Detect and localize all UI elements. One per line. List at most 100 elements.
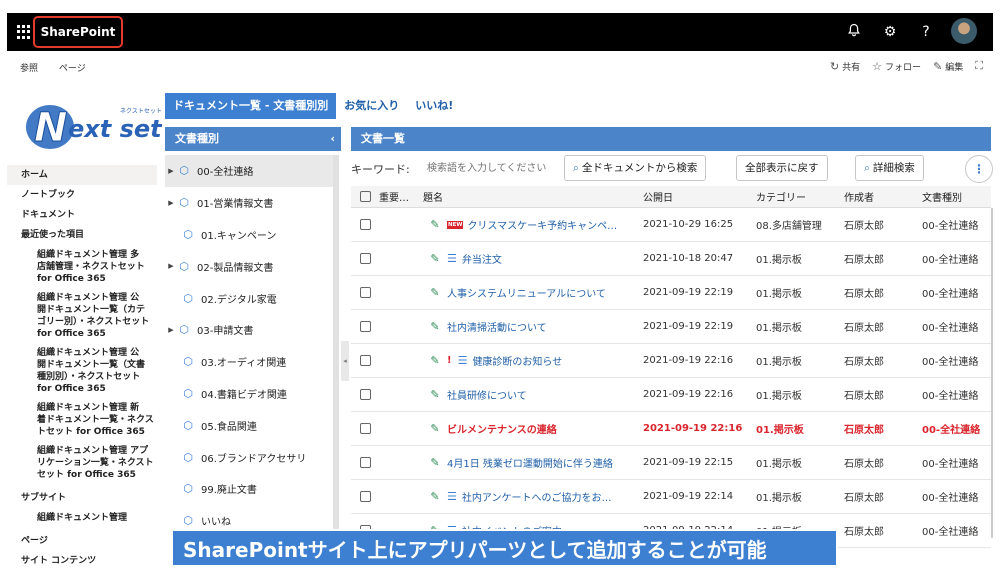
table-row[interactable]: ✎ ビルメンテナンスの連絡 2021-09-19 22:16 01.掲示板 石原太郎 00… xyxy=(351,412,991,446)
doctype-scrollbar[interactable] xyxy=(333,155,339,535)
doctype-item[interactable]: ▶ ⬡ 02-製品情報文書 xyxy=(165,250,335,282)
nav-recent-item[interactable]: 組織ドキュメント管理 公 開ドキュメント一覧（カテ ゴリー別）・ネクストセット … xyxy=(7,292,157,340)
expand-arrow-icon[interactable]: ▶ xyxy=(165,167,177,175)
nav-documents[interactable]: ドキュメント xyxy=(7,205,157,225)
bell-icon[interactable] xyxy=(845,23,863,41)
document-title-link[interactable]: 弁当注文 xyxy=(462,251,502,266)
row-checkbox[interactable] xyxy=(359,219,371,230)
gear-icon[interactable]: ⚙ xyxy=(881,23,899,41)
document-title-link[interactable]: 社内清掃活動について xyxy=(447,319,547,334)
edit-icon[interactable]: ✎ xyxy=(423,490,447,503)
row-checkbox[interactable] xyxy=(359,491,371,502)
column-title[interactable]: 題名 xyxy=(423,189,643,204)
edit-icon[interactable]: ✎ xyxy=(423,456,447,469)
document-title-link[interactable]: クリスマスケーキ予約キャンペ… xyxy=(467,217,617,232)
panel-splitter[interactable]: ◂ xyxy=(341,341,349,381)
date-cell: 2021-10-29 16:25 xyxy=(643,219,734,230)
document-title-link[interactable]: 社内アンケートへのご協力をお… xyxy=(462,489,612,504)
doctype-item[interactable]: ▶⬡03.オーディオ関連 xyxy=(165,346,335,378)
edit-icon[interactable]: ✎ xyxy=(423,286,447,299)
edit-icon[interactable]: ✎ xyxy=(423,422,447,435)
table-row[interactable]: ✎ 社員研修について 2021-09-19 22:16 01.掲示板 石原太郎 00-全社… xyxy=(351,378,991,412)
site-title[interactable]: SharePoint xyxy=(33,16,123,48)
show-all-button[interactable]: 全部表示に戻す xyxy=(736,155,828,181)
app-launcher-icon[interactable] xyxy=(17,25,31,39)
table-row[interactable]: ✎ ☰ 社内アンケートへのご協力をお… 2021-09-19 22:14 01.掲示板 石… xyxy=(351,480,991,514)
tab-likes[interactable]: いいね! xyxy=(407,93,461,119)
select-all-checkbox[interactable] xyxy=(359,191,371,202)
avatar[interactable] xyxy=(951,18,977,44)
nav-pages[interactable]: ページ xyxy=(7,531,157,551)
document-title-link[interactable]: 人事システムリニューアルについて xyxy=(447,285,606,300)
doctype-item[interactable]: ▶ ⬡ 00-全社連絡 xyxy=(165,155,335,187)
tab-favorites[interactable]: お気に入り xyxy=(336,93,407,119)
fullscreen-icon[interactable]: ⛶ xyxy=(975,59,983,73)
row-checkbox[interactable] xyxy=(359,321,371,332)
table-row[interactable]: ✎ ☰ 弁当注文 2021-10-18 20:47 01.掲示板 石原太郎 00-全社連絡 xyxy=(351,242,991,276)
nav-recent[interactable]: 最近使った項目 xyxy=(7,225,157,245)
nav-recent-item[interactable]: 組織ドキュメント管理 多 店舗管理・ネクストセット for Office 365 xyxy=(7,249,157,285)
row-checkbox[interactable] xyxy=(359,423,371,434)
nav-subsite-item[interactable]: 組織ドキュメント管理 xyxy=(7,512,157,524)
edit-icon[interactable]: ✎ xyxy=(423,218,447,231)
table-row[interactable]: ✎ 4月1日 残業ゼロ運動開始に伴う連絡 2021-09-19 22:15 01.掲示… xyxy=(351,446,991,480)
row-checkbox[interactable] xyxy=(359,287,371,298)
column-date[interactable]: 公開日 xyxy=(643,189,756,204)
nav-subsites[interactable]: サブサイト xyxy=(7,488,157,508)
doctype-cell: 00-全社連絡 xyxy=(922,255,979,266)
row-checkbox[interactable] xyxy=(359,389,371,400)
category-cell: 01.掲示板 xyxy=(756,357,802,368)
edit-icon[interactable]: ✎ xyxy=(423,252,447,265)
nav-recent-item[interactable]: 組織ドキュメント管理 新 着ドキュメント一覧・ネクス トセット for Offi… xyxy=(7,402,157,438)
category-cell: 08.多店舗管理 xyxy=(756,221,822,232)
follow-button[interactable]: ☆ フォロー xyxy=(872,60,921,73)
expand-arrow-icon[interactable]: ▶ xyxy=(165,199,177,207)
table-row[interactable]: ✎ 社内清掃活動について 2021-09-19 22:19 01.掲示板 石原太郎 00-… xyxy=(351,310,991,344)
row-checkbox[interactable] xyxy=(359,457,371,468)
doctype-item[interactable]: ▶⬡06.ブランドアクセサリ xyxy=(165,441,335,473)
more-options-icon[interactable]: ⋮ xyxy=(965,155,993,183)
nav-recent-item[interactable]: 組織ドキュメント管理 公 開ドキュメント一覧（文書 種別別）・ネクストセット f… xyxy=(7,347,157,395)
edit-icon[interactable]: ✎ xyxy=(423,388,447,401)
doctype-item[interactable]: ▶ ⬡ 03-申請文書 xyxy=(165,314,335,346)
nav-home[interactable]: ホーム xyxy=(7,165,157,185)
share-button[interactable]: ↻ 共有 xyxy=(830,60,860,73)
collapse-icon[interactable]: ‹ xyxy=(330,127,335,151)
document-title-link[interactable]: 社員研修について xyxy=(447,387,527,402)
row-checkbox[interactable] xyxy=(359,355,371,366)
nav-notebook[interactable]: ノートブック xyxy=(7,185,157,205)
table-row[interactable]: ✎! ☰ 健康診断のお知らせ 2021-09-19 22:16 01.掲示板 石原太郎 00… xyxy=(351,344,991,378)
grid-scrollbar[interactable] xyxy=(991,208,993,538)
edit-icon[interactable]: ✎ xyxy=(423,320,447,333)
nav-recent-item[interactable]: 組織ドキュメント管理 アプ リケーション一覧・ネクスト セット for Offi… xyxy=(7,445,157,481)
row-checkbox[interactable] xyxy=(359,253,371,264)
document-title-link[interactable]: 健康診断のお知らせ xyxy=(472,353,562,368)
doctype-item[interactable]: ▶⬡99.廃止文書 xyxy=(165,473,335,505)
doctype-item[interactable]: ▶ ⬡ 01-営業情報文書 xyxy=(165,187,335,219)
edit-icon[interactable]: ✎ xyxy=(423,354,447,367)
advanced-search-button[interactable]: ⌕ 詳細検索 xyxy=(855,155,924,181)
doctype-item[interactable]: ▶⬡05.食品関連 xyxy=(165,409,335,441)
tab-doc-by-type[interactable]: ドキュメント一覧 - 文書種別別 xyxy=(165,93,337,119)
document-title-link[interactable]: ビルメンテナンスの連絡 xyxy=(447,421,557,436)
edit-button[interactable]: ✎ 編集 xyxy=(933,60,963,73)
browse-tab[interactable]: 参照 xyxy=(20,64,38,74)
doctype-item[interactable]: ▶⬡04.書籍ビデオ関連 xyxy=(165,378,335,410)
column-author[interactable]: 作成者 xyxy=(844,189,922,204)
expand-arrow-icon[interactable]: ▶ xyxy=(165,326,177,334)
expand-arrow-icon[interactable]: ▶ xyxy=(165,262,177,270)
column-doctype[interactable]: 文書種別 xyxy=(922,189,991,204)
doctype-item[interactable]: ▶⬡02.デジタル家電 xyxy=(165,282,335,314)
table-row[interactable]: ✎ NEW クリスマスケーキ予約キャンペ… 2021-10-29 16:25 08.多店… xyxy=(351,208,991,242)
nav-site-contents[interactable]: サイト コンテンツ xyxy=(7,551,157,571)
table-row[interactable]: ✎ 人事システムリニューアルについて 2021-09-19 22:19 01.掲示板 石… xyxy=(351,276,991,310)
column-importance[interactable]: 重要… xyxy=(379,189,423,204)
column-category[interactable]: カテゴリー xyxy=(756,189,844,204)
document-title-link[interactable]: 4月1日 残業ゼロ運動開始に伴う連絡 xyxy=(447,455,613,470)
help-icon[interactable]: ? xyxy=(917,23,935,41)
page-tab[interactable]: ページ xyxy=(59,64,86,74)
doctype-label: 04.書籍ビデオ関連 xyxy=(201,389,287,401)
doctype-item[interactable]: ▶⬡01.キャンペーン xyxy=(165,219,335,251)
search-input[interactable] xyxy=(423,156,561,180)
search-all-button[interactable]: ⌕ 全ドキュメントから検索 xyxy=(564,155,707,181)
